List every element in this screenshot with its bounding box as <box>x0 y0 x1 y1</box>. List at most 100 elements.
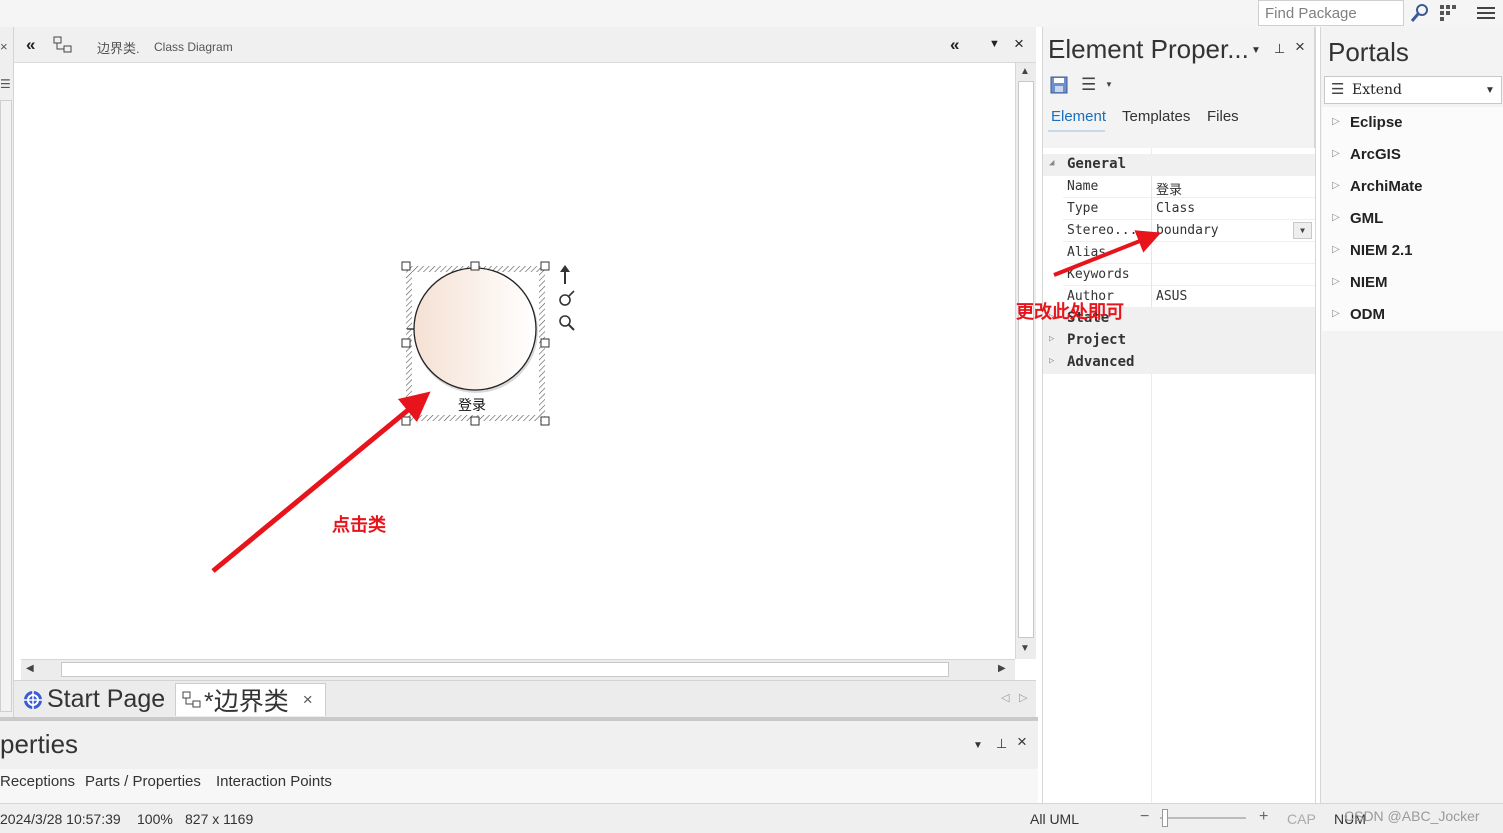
search-icon[interactable] <box>1410 3 1430 23</box>
diagram-subtitle: Class Diagram <box>154 40 233 54</box>
tab-close-icon[interactable]: × <box>303 690 313 710</box>
collapsed-arrow-icon: ▷ <box>1049 334 1055 344</box>
close-icon[interactable]: × <box>0 39 8 54</box>
collapse-left-icon[interactable]: « <box>26 35 35 55</box>
status-datetime: 2024/3/28 10:57:39 <box>0 811 121 827</box>
tab-scroll-left-icon[interactable]: ◁ <box>1001 691 1009 704</box>
menu-icon[interactable]: ☰ <box>0 77 11 91</box>
scroll-down-icon[interactable]: ▼ <box>1020 643 1030 654</box>
csdn-watermark: CSDN @ABC_Jocker <box>1344 808 1480 824</box>
status-page-size: 827 x 1169 <box>185 811 254 827</box>
tab-label: *边界类 <box>204 688 289 716</box>
close-icon[interactable]: × <box>1017 732 1027 752</box>
chevron-down-icon[interactable]: ▼ <box>1251 45 1261 56</box>
document-tab-bar: Start Page *边界类 × ◁ ▷ <box>14 680 1036 717</box>
chevron-down-icon[interactable]: ▼ <box>989 38 1000 50</box>
save-icon[interactable] <box>1050 76 1068 99</box>
tab-files[interactable]: Files <box>1207 108 1239 125</box>
expanded-arrow-icon: ◢ <box>1049 158 1055 168</box>
scroll-left-icon[interactable]: ◀ <box>26 663 34 674</box>
lower-tabs: Receptions Parts / Properties Interactio… <box>0 769 1038 803</box>
menu-icon[interactable] <box>1476 3 1496 23</box>
scroll-up-icon[interactable]: ▲ <box>1020 66 1030 77</box>
vertical-scrollbar[interactable]: ▲ ▼ <box>1015 63 1036 659</box>
grid-icon[interactable] <box>1439 3 1459 23</box>
tab-start-page[interactable]: Start Page <box>22 683 177 716</box>
collapse-right-icon[interactable]: « <box>950 35 959 55</box>
portal-item-archimate[interactable]: ▷ ArchiMate <box>1322 171 1503 203</box>
panel-title: Element Proper... <box>1048 34 1249 64</box>
category-project[interactable]: ▷ Project <box>1043 330 1315 352</box>
portal-item-eclipse[interactable]: ▷ Eclipse <box>1322 107 1503 139</box>
tab-scroll-right-icon[interactable]: ▷ <box>1019 691 1027 704</box>
collapsed-arrow-icon: ▷ <box>1332 276 1340 287</box>
status-zoom: 100% <box>137 811 173 827</box>
start-page-icon <box>24 690 42 709</box>
collapsed-arrow-icon: ▷ <box>1049 356 1055 366</box>
portal-item-odm[interactable]: ▷ ODM <box>1322 299 1503 331</box>
property-row-name[interactable]: Name 登录 <box>1063 176 1315 198</box>
panel-title: perties <box>0 729 79 759</box>
left-scrollbar[interactable] <box>0 100 12 712</box>
status-cap: CAP <box>1287 811 1316 827</box>
portal-item-arcgis[interactable]: ▷ ArcGIS <box>1322 139 1503 171</box>
collapsed-arrow-icon: ▷ <box>1332 308 1340 319</box>
close-icon[interactable]: × <box>1014 34 1024 54</box>
diagram-title: 边界类. <box>97 41 140 56</box>
portal-item-niem-2-1[interactable]: ▷ NIEM 2.1 <box>1322 235 1503 267</box>
category-advanced[interactable]: ▷ Advanced <box>1043 352 1315 374</box>
collapsed-arrow-icon: ▷ <box>1332 148 1340 159</box>
close-icon[interactable]: × <box>1295 37 1305 57</box>
diagram-icon <box>182 691 201 708</box>
collapsed-arrow-icon: ▷ <box>1332 244 1340 255</box>
tab-element[interactable]: Element <box>1051 108 1106 125</box>
portal-list: ▷ Eclipse ▷ ArcGIS ▷ ArchiMate ▷ GML ▷ NIEM 2… <box>1322 107 1503 331</box>
portal-item-niem[interactable]: ▷ NIEM <box>1322 267 1503 299</box>
zoom-in-icon[interactable]: + <box>1259 808 1268 826</box>
chevron-down-icon[interactable]: ▼ <box>973 740 983 751</box>
collapsed-arrow-icon: ▷ <box>1332 212 1340 223</box>
category-general[interactable]: ◢ General <box>1043 154 1315 176</box>
scrollbar-thumb[interactable] <box>61 662 949 677</box>
change-here-annotation: 更改此处即可 <box>1016 302 1124 322</box>
tab-templates[interactable]: Templates <box>1122 108 1190 125</box>
tab-parts-properties[interactable]: Parts / Properties <box>85 773 201 790</box>
scroll-right-icon[interactable]: ▶ <box>998 663 1006 674</box>
chevron-down-icon[interactable]: ▼ <box>1105 80 1113 89</box>
horizontal-scrollbar[interactable]: ◀ ▶ <box>21 659 1015 680</box>
collapsed-arrow-icon: ▷ <box>1332 116 1340 127</box>
collapsed-arrow-icon: ▷ <box>1332 180 1340 191</box>
diagram-svg <box>211 261 575 573</box>
diagram-canvas[interactable]: 登录 点击类 <box>21 63 1015 659</box>
status-bar: 2024/3/28 10:57:39 100% 827 x 1169 All U… <box>0 803 1503 833</box>
diagram-icon <box>53 36 73 59</box>
menu-icon: ☰ <box>1331 81 1345 98</box>
scrollbar-thumb[interactable] <box>1018 81 1034 638</box>
pin-icon[interactable]: ⊥ <box>996 736 1007 752</box>
portal-perspective-dropdown[interactable]: ☰ Extend ▼ <box>1324 76 1502 104</box>
tab-interaction-points[interactable]: Interaction Points <box>216 773 332 790</box>
quick-link-icons[interactable] <box>559 265 575 331</box>
stereotype-dropdown-icon[interactable]: ▼ <box>1293 222 1312 239</box>
zoom-slider-thumb[interactable] <box>1162 809 1168 827</box>
lower-properties-panel: perties ▼ ⊥ × Receptions Parts / Propert… <box>0 717 1038 803</box>
tab-receptions[interactable]: Receptions <box>0 773 75 790</box>
element-label: 登录 <box>458 397 486 413</box>
pin-icon[interactable]: ⊥ <box>1274 41 1285 57</box>
list-options-icon[interactable]: ☰ <box>1081 75 1096 95</box>
chevron-down-icon: ▼ <box>1485 85 1495 96</box>
dropdown-value: Extend <box>1352 82 1403 98</box>
zoom-out-icon[interactable]: − <box>1140 808 1149 826</box>
annotation-arrow-stereotype <box>1053 230 1162 277</box>
click-class-annotation: 点击类 <box>332 515 386 535</box>
tab-underline <box>1048 130 1105 132</box>
tab-label: Start Page <box>47 685 166 713</box>
annotation-arrow <box>211 391 431 573</box>
zoom-slider[interactable] <box>1160 817 1246 819</box>
diagram-header: « 边界类. Class Diagram « ▼ × <box>14 27 1036 63</box>
portal-item-gml[interactable]: ▷ GML <box>1322 203 1503 235</box>
tab-boundary-class[interactable]: *边界类 × <box>175 683 326 716</box>
panel-title: Portals <box>1328 37 1409 67</box>
find-package-input[interactable]: Find Package <box>1258 0 1404 26</box>
status-mode: All UML <box>1030 811 1080 827</box>
